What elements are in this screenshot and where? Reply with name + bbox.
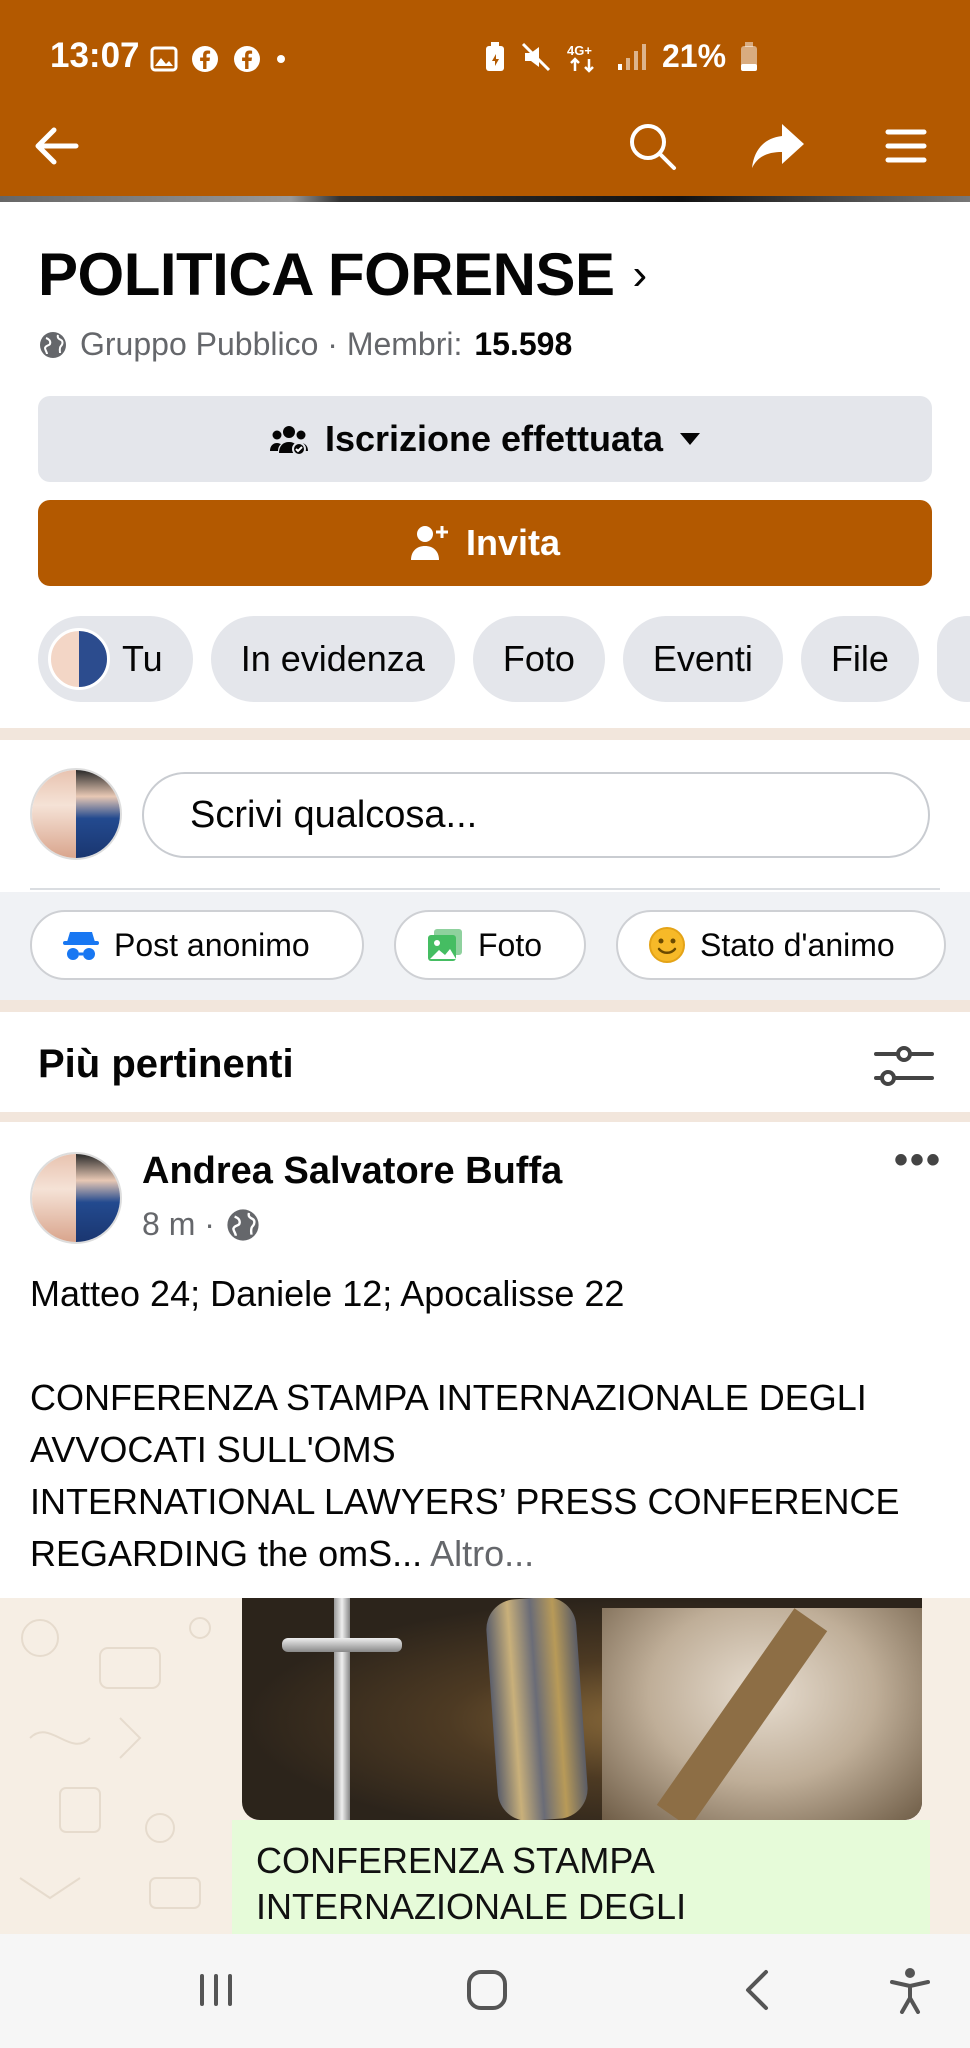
tab-files[interactable]: File	[800, 616, 919, 702]
post-time-text: 8 m ·	[142, 1206, 215, 1242]
avatar	[48, 628, 110, 690]
battery-saver-icon	[486, 41, 504, 71]
share-icon[interactable]	[750, 118, 806, 174]
tab-label: Tu	[122, 638, 163, 679]
section-divider	[0, 1000, 970, 1012]
add-person-icon	[410, 526, 448, 560]
user-avatar[interactable]	[30, 768, 122, 860]
author-avatar[interactable]	[30, 1152, 122, 1244]
battery-percent: 21%	[662, 38, 727, 74]
photo-icon	[428, 929, 462, 961]
group-meta: Gruppo Pubblico · Membri: 15.598	[38, 326, 572, 363]
see-more-link[interactable]: Altro...	[430, 1533, 534, 1574]
mute-icon	[521, 42, 551, 71]
tab-label: In evidenza	[240, 638, 425, 679]
app-bar	[0, 96, 970, 196]
back-icon[interactable]	[728, 1960, 788, 2020]
facebook-icon	[234, 46, 260, 72]
tab-you[interactable]: Tu	[38, 616, 193, 702]
signal-icon	[618, 43, 646, 70]
section-divider	[0, 1112, 970, 1122]
divider	[30, 888, 940, 890]
post-author[interactable]: Andrea Salvatore Buffa	[142, 1150, 562, 1193]
network-4g-icon: 4G+	[567, 43, 594, 73]
group-members-icon	[269, 426, 308, 455]
feeling-button[interactable]: Stato d'animo	[616, 910, 946, 980]
accessibility-icon[interactable]	[880, 1960, 940, 2020]
status-time: 13:07	[50, 36, 140, 75]
group-tabs: Tu In evidenza Foto Eventi File	[38, 616, 970, 702]
search-icon[interactable]	[624, 118, 680, 174]
tab-label: Foto	[502, 638, 575, 679]
post-line: CONFERENZA STAMPA INTERNAZIONALE DEGLI A…	[30, 1377, 867, 1470]
composer-actions: Post anonimo Foto Stato d'animo	[0, 892, 970, 1000]
post-time: 8 m ·	[142, 1206, 261, 1243]
dot-icon	[277, 55, 285, 63]
smiley-icon	[649, 927, 685, 963]
invite-button[interactable]: Invita	[38, 500, 932, 586]
anonymous-icon	[63, 932, 99, 960]
group-title[interactable]: POLITICA FORENSE ›	[38, 240, 647, 309]
group-title-text: POLITICA FORENSE	[38, 241, 615, 308]
facebook-icon	[192, 46, 218, 72]
joined-label: Iscrizione effettuata	[324, 418, 664, 459]
recent-apps-icon[interactable]	[186, 1960, 246, 2020]
tab-more[interactable]	[936, 616, 970, 702]
joined-button[interactable]: Iscrizione effettuata	[38, 396, 932, 482]
chevron-right-icon: ›	[632, 249, 647, 299]
member-count: 15.598	[474, 326, 573, 362]
globe-icon	[227, 1208, 259, 1241]
tab-label: Eventi	[652, 638, 753, 679]
invite-label: Invita	[465, 522, 561, 563]
gallery-icon	[150, 46, 178, 72]
action-label: Foto	[478, 926, 543, 963]
notification-icons	[150, 44, 288, 74]
sort-label[interactable]: Più pertinenti	[38, 1042, 294, 1087]
home-icon[interactable]	[457, 1960, 517, 2020]
globe-icon	[40, 331, 66, 358]
post-composer: Scrivi qualcosa...	[0, 740, 970, 890]
post-line: Matteo 24; Daniele 12; Apocalisse 22	[30, 1273, 625, 1314]
post-text[interactable]: Matteo 24; Daniele 12; Apocalisse 22 CON…	[30, 1268, 950, 1580]
tab-photos[interactable]: Foto	[472, 616, 605, 702]
more-options-icon[interactable]: •••	[894, 1138, 942, 1183]
caret-down-icon	[680, 433, 701, 445]
tab-label: File	[830, 638, 889, 679]
feed-sort-row: Più pertinenti	[0, 1016, 970, 1116]
action-label: Post anonimo	[114, 926, 310, 963]
photo-button[interactable]: Foto	[394, 910, 586, 980]
write-post-input[interactable]: Scrivi qualcosa...	[142, 772, 930, 858]
section-divider	[0, 728, 970, 740]
system-icons: 4G+ 21%	[484, 38, 758, 75]
group-privacy: Gruppo Pubblico · Membri:	[80, 326, 463, 362]
media-caption: CONFERENZA STAMPA INTERNAZIONALE DEGLI	[232, 1820, 930, 1934]
filter-icon[interactable]	[874, 1040, 934, 1092]
menu-icon[interactable]	[878, 118, 934, 174]
post-line: INTERNATIONAL LAWYERS’ PRESS CONFERENCE …	[30, 1481, 900, 1574]
battery-icon	[741, 41, 758, 71]
back-arrow-icon[interactable]	[28, 118, 84, 174]
group-header: POLITICA FORENSE › Gruppo Pubblico · Mem…	[0, 202, 970, 727]
system-nav-bar	[0, 1934, 970, 2048]
svg-text:4G+: 4G+	[567, 43, 592, 58]
action-label: Stato d'animo	[700, 926, 895, 963]
anonymous-post-button[interactable]: Post anonimo	[30, 910, 364, 980]
tab-events[interactable]: Eventi	[622, 616, 783, 702]
post-image[interactable]	[242, 1598, 922, 1820]
post-media[interactable]: CONFERENZA STAMPA INTERNAZIONALE DEGLI	[0, 1598, 970, 1934]
tab-featured[interactable]: In evidenza	[210, 616, 455, 702]
